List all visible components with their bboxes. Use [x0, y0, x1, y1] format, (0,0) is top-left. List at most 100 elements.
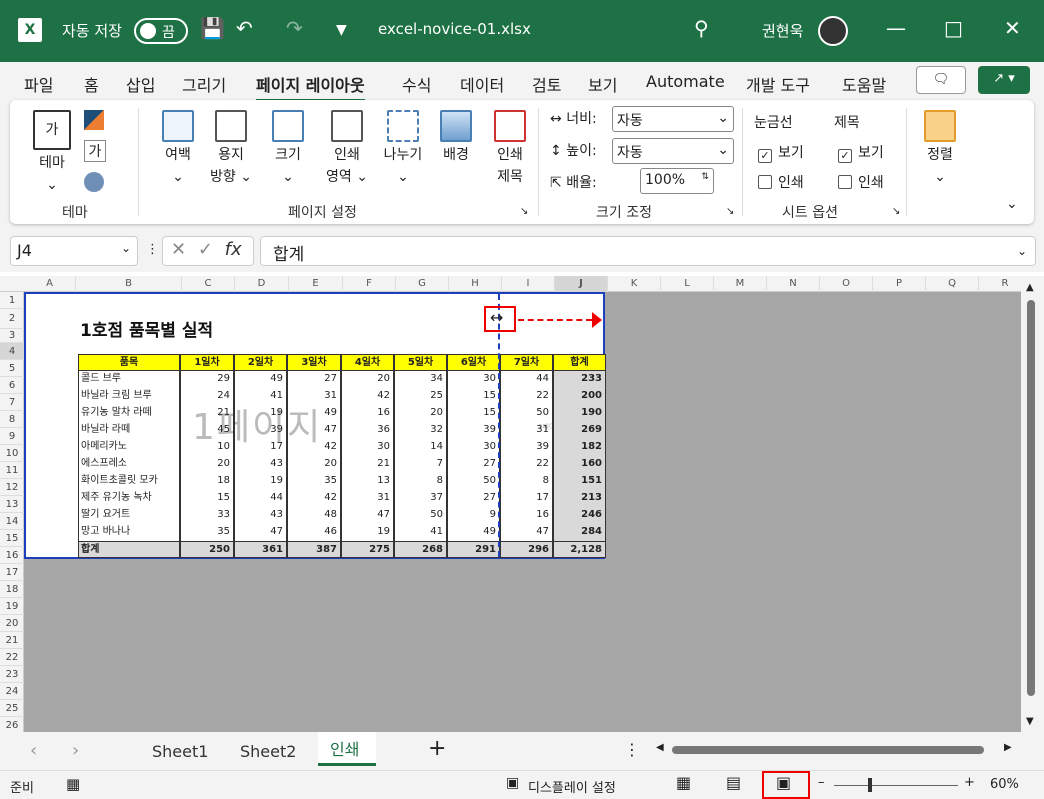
- tab-developer[interactable]: 개발 도구: [746, 72, 810, 96]
- horizontal-scrollbar[interactable]: ◀ ▶: [652, 738, 1022, 762]
- row-header[interactable]: 22: [0, 649, 24, 666]
- table-cell[interactable]: 35: [180, 524, 234, 541]
- column-header[interactable]: P: [873, 276, 926, 292]
- table-cell[interactable]: 41: [394, 524, 447, 541]
- page-setup-launcher-icon[interactable]: ↘: [520, 206, 528, 217]
- enter-icon[interactable]: ✓: [198, 239, 213, 260]
- sheet-title[interactable]: 1호점 품목별 실적: [80, 316, 213, 341]
- table-cell[interactable]: 44: [234, 490, 287, 507]
- sheet-tab-sheet1[interactable]: Sheet1: [152, 742, 208, 761]
- table-cell[interactable]: 7: [394, 456, 447, 473]
- tab-file[interactable]: 파일: [24, 72, 53, 96]
- column-header[interactable]: C: [182, 276, 235, 292]
- table-cell[interactable]: 20: [180, 456, 234, 473]
- table-cell[interactable]: 딸기 요거트: [78, 507, 180, 524]
- row-header[interactable]: 20: [0, 615, 24, 632]
- search-icon[interactable]: ⚲: [694, 16, 709, 40]
- tab-formulas[interactable]: 수식: [402, 72, 431, 96]
- table-cell[interactable]: 20: [341, 371, 394, 388]
- table-cell[interactable]: 제주 유기농 녹차: [78, 490, 180, 507]
- table-cell[interactable]: 24: [180, 388, 234, 405]
- scale-input[interactable]: 100% ⇅: [640, 168, 714, 194]
- table-cell[interactable]: 44: [500, 371, 553, 388]
- table-cell[interactable]: 15: [180, 490, 234, 507]
- scroll-thumb[interactable]: [1027, 300, 1035, 696]
- table-cell[interactable]: 213: [553, 490, 606, 507]
- column-header[interactable]: H: [449, 276, 502, 292]
- table-cell[interactable]: 41: [234, 388, 287, 405]
- column-header[interactable]: N: [767, 276, 820, 292]
- table-cell[interactable]: 10: [180, 439, 234, 456]
- cancel-icon[interactable]: ✕: [171, 239, 186, 260]
- table-cell[interactable]: 43: [234, 456, 287, 473]
- column-header[interactable]: K: [608, 276, 661, 292]
- table-cell[interactable]: 25: [394, 388, 447, 405]
- table-cell[interactable]: 19: [341, 524, 394, 541]
- table-cell[interactable]: 47: [500, 524, 553, 541]
- row-header[interactable]: 19: [0, 598, 24, 615]
- scroll-down-icon[interactable]: ▼: [1026, 716, 1034, 727]
- gridlines-print-checkbox[interactable]: 인쇄: [758, 172, 804, 192]
- table-cell[interactable]: 49: [287, 405, 341, 422]
- table-cell[interactable]: 42: [287, 439, 341, 456]
- scale-launcher-icon[interactable]: ↘: [726, 206, 734, 217]
- table-cell[interactable]: 바닐라 크림 브루: [78, 388, 180, 405]
- column-header[interactable]: F: [343, 276, 396, 292]
- table-cell[interactable]: 31: [341, 490, 394, 507]
- total-cell[interactable]: 2,128: [553, 541, 606, 558]
- tab-insert[interactable]: 삽입: [126, 72, 155, 96]
- file-name[interactable]: excel-novice-01.xlsx: [378, 20, 531, 38]
- scroll-up-icon[interactable]: ▲: [1026, 282, 1034, 293]
- avatar[interactable]: [818, 16, 848, 46]
- tab-draw[interactable]: 그리기: [182, 72, 226, 96]
- row-header[interactable]: 5: [0, 360, 24, 377]
- table-cell[interactable]: 8: [500, 473, 553, 490]
- row-header[interactable]: 26: [0, 717, 24, 732]
- table-header-cell[interactable]: 4일차: [341, 354, 394, 371]
- table-cell[interactable]: 16: [341, 405, 394, 422]
- table-cell[interactable]: 31: [287, 388, 341, 405]
- table-cell[interactable]: 18: [180, 473, 234, 490]
- table-cell[interactable]: 233: [553, 371, 606, 388]
- row-header[interactable]: 21: [0, 632, 24, 649]
- table-header-cell[interactable]: 3일차: [287, 354, 341, 371]
- table-cell[interactable]: 화이트초콜릿 모카: [78, 473, 180, 490]
- worksheet[interactable]: ABCDEFGHIJKLMNOPQR 1 2 3 4 5 6 7 8 9 10 11 12 13 14 15…: [0, 276, 1021, 732]
- table-header-cell[interactable]: 6일차: [447, 354, 500, 371]
- table-cell[interactable]: 46: [287, 524, 341, 541]
- table-cell[interactable]: 27: [447, 490, 500, 507]
- table-cell[interactable]: 14: [394, 439, 447, 456]
- prev-sheet-icon[interactable]: ‹: [30, 740, 37, 761]
- row-header[interactable]: 8: [0, 411, 24, 428]
- zoom-slider[interactable]: [834, 785, 958, 786]
- row-header[interactable]: 18: [0, 581, 24, 598]
- table-cell[interactable]: 48: [287, 507, 341, 524]
- total-cell[interactable]: 387: [287, 541, 341, 558]
- table-cell[interactable]: 유기농 말차 라떼: [78, 405, 180, 422]
- row-header[interactable]: 17: [0, 564, 24, 581]
- gridlines-view-checkbox[interactable]: ✓ 보기: [758, 142, 804, 163]
- themes-button[interactable]: 가 테마 ⌄: [28, 110, 76, 196]
- column-header[interactable]: G: [396, 276, 449, 292]
- redo-icon[interactable]: ↷: [286, 16, 303, 40]
- table-cell[interactable]: 49: [447, 524, 500, 541]
- table-header-cell[interactable]: 품목: [78, 354, 180, 371]
- row-header[interactable]: 7: [0, 394, 24, 411]
- tab-data[interactable]: 데이터: [460, 72, 504, 96]
- table-cell[interactable]: 37: [394, 490, 447, 507]
- breaks-button[interactable]: 나누기 ⌄: [378, 110, 428, 188]
- table-cell[interactable]: 17: [500, 490, 553, 507]
- row-header[interactable]: 2: [0, 309, 24, 329]
- table-cell[interactable]: 22: [500, 456, 553, 473]
- name-box[interactable]: J4 ⌄: [10, 236, 138, 266]
- total-cell[interactable]: 250: [180, 541, 234, 558]
- column-header[interactable]: L: [661, 276, 714, 292]
- table-cell[interactable]: 47: [287, 422, 341, 439]
- column-header[interactable]: I: [502, 276, 555, 292]
- total-cell[interactable]: 361: [234, 541, 287, 558]
- headings-print-checkbox[interactable]: 인쇄: [838, 172, 884, 192]
- table-cell[interactable]: 47: [234, 524, 287, 541]
- column-header[interactable]: O: [820, 276, 873, 292]
- total-cell[interactable]: 296: [500, 541, 553, 558]
- print-area-button[interactable]: 인쇄 영역 ⌄: [322, 110, 372, 188]
